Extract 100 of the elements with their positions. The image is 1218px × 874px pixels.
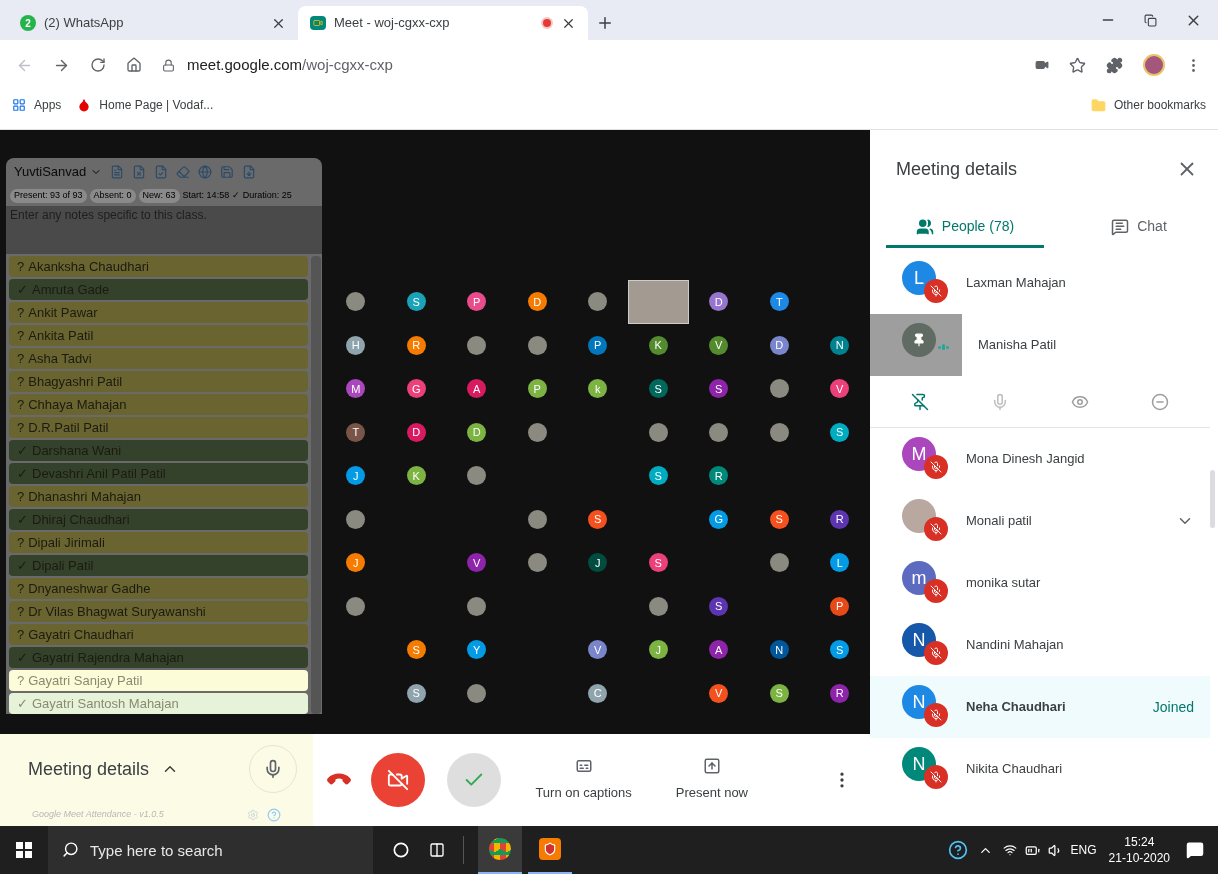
participant-avatar: R: [406, 335, 426, 355]
profile-avatar[interactable]: [1143, 54, 1165, 76]
camera-button[interactable]: [371, 753, 426, 807]
participant-row[interactable]: N Neha Chaudhari Joined: [870, 676, 1210, 738]
language-indicator[interactable]: ENG: [1070, 841, 1097, 859]
student-row[interactable]: ? Asha Tadvi: [9, 348, 308, 369]
status-mark: ?: [17, 395, 25, 414]
panel-tab[interactable]: People (78): [886, 208, 1044, 248]
student-name: Dr Vilas Bhagwat Suryawanshi: [28, 602, 206, 621]
other-bookmarks[interactable]: Other bookmarks: [1090, 94, 1206, 116]
participant-avatar: T: [346, 422, 366, 442]
student-row[interactable]: ? Bhagyashri Patil: [9, 371, 308, 392]
tab-title: (2) WhatsApp: [44, 14, 125, 33]
participant-avatar: P: [588, 335, 608, 355]
address-bar[interactable]: meet.google.com/woj-cgxx-cxp: [162, 48, 1015, 82]
panel-tab[interactable]: Chat: [1060, 208, 1218, 248]
participant-avatar: V: [709, 335, 729, 355]
avatar-photo: [648, 596, 668, 616]
browser-taskbar-icon[interactable]: [478, 826, 522, 874]
joined-status: Joined: [1152, 697, 1194, 717]
student-row[interactable]: ? Ankit Pawar: [9, 302, 308, 323]
participant-avatar: D: [769, 335, 789, 355]
participant-avatar: Y: [467, 640, 487, 660]
tab-title: Meet - woj-cgxx-cxp: [334, 14, 451, 33]
status-mark: ?: [17, 372, 25, 391]
participant-avatar: R: [709, 466, 729, 486]
people-icon: [915, 217, 934, 236]
participant-avatar: S: [648, 553, 668, 573]
recording-icon: [541, 17, 553, 29]
student-row[interactable]: ? Ankita Patil: [9, 325, 308, 346]
search-field[interactable]: Type here to search: [48, 826, 373, 874]
participant-avatar: P: [830, 596, 850, 616]
check-document-icon[interactable]: [154, 165, 169, 179]
participant-avatar: J: [588, 553, 608, 573]
participant-avatar: S: [406, 683, 426, 703]
browser-tab[interactable]: Meet - woj-cgxx-cxp: [298, 6, 588, 40]
class-dropdown[interactable]: YuvtiSanvad: [14, 162, 103, 182]
avatar-photo: [527, 509, 547, 529]
home-icon[interactable]: [126, 57, 142, 73]
status-mark: ?: [17, 326, 25, 345]
status-mark: ?: [17, 533, 25, 552]
help-tray-icon[interactable]: [947, 840, 968, 860]
participant-avatar: G: [406, 379, 426, 399]
participant-avatar: S: [406, 292, 426, 312]
present-icon: [702, 757, 721, 776]
star-icon[interactable]: [1069, 56, 1086, 74]
scrollbar-thumb[interactable]: [1210, 470, 1215, 528]
participant-name: Laxman Mahajan: [966, 274, 1067, 293]
participant-avatar: P: [527, 379, 547, 399]
avatar-photo: [346, 596, 366, 616]
student-row[interactable]: ? Akanksha Chaudhari: [9, 256, 308, 277]
check-button[interactable]: [447, 753, 502, 807]
panel-title: Meeting details: [896, 157, 1018, 181]
unpin-icon[interactable]: [911, 392, 929, 411]
student-row[interactable]: ? Gayatri Chaudhari: [9, 624, 308, 645]
bookmark-link[interactable]: Home Page | Vodaf...: [77, 94, 214, 116]
student-row[interactable]: ? D.R.Patil Patil: [9, 417, 308, 438]
notifications-icon[interactable]: [1186, 841, 1204, 859]
task-view-icon[interactable]: [429, 842, 445, 858]
participant-avatar: J: [648, 640, 668, 660]
present-now-button[interactable]: Present now: [675, 757, 748, 803]
stat-chip: Present: 93 of 93: [10, 189, 87, 203]
meeting-details-button[interactable]: Meeting details: [28, 755, 180, 783]
student-row[interactable]: ? Dipali Jirimali: [9, 532, 308, 553]
url-path: /woj-cgxx-cxp: [302, 55, 393, 73]
student-name: Akanksha Chaudhari: [28, 257, 149, 276]
bookmark-link[interactable]: Apps: [12, 94, 62, 116]
camera-icon[interactable]: [1035, 58, 1049, 72]
apps-grid-icon: [12, 98, 26, 112]
wifi-icon[interactable]: [1002, 843, 1017, 857]
student-name: Dhanashri Mahajan: [28, 487, 141, 506]
status-mark: ✓: [17, 648, 28, 667]
stat-chip: New: 63: [138, 189, 180, 203]
student-row[interactable]: ? Dr Vilas Bhagwat Suryawanshi: [9, 601, 308, 622]
participant-name: Manisha Patil: [978, 336, 1058, 355]
participant-name: Neha Chaudhari: [966, 698, 1067, 717]
participant-avatar: k: [588, 379, 608, 399]
captions-button[interactable]: Turn on captions: [535, 757, 632, 803]
student-row[interactable]: ? Gayatri Sanjay Patil: [9, 670, 308, 691]
student-row[interactable]: ? Chhaya Mahajan: [9, 394, 308, 415]
participant-avatar: S: [709, 379, 729, 399]
avatar-photo: [648, 422, 668, 442]
pin-icon: [912, 333, 926, 347]
participant-avatar: N: [830, 335, 850, 355]
student-row[interactable]: ✓ Gayatri Santosh Mahajan: [9, 693, 308, 714]
participant-avatar: V: [830, 379, 850, 399]
reload-icon[interactable]: [90, 57, 106, 73]
avatar-photo: [467, 335, 487, 355]
clock[interactable]: 15:24 21-10-2020: [1108, 834, 1170, 866]
remove-icon[interactable]: [1151, 392, 1169, 411]
participant-avatar: V: [709, 683, 729, 703]
extension-version: Google Meet Attendance - v1.0.5: [32, 808, 165, 822]
cortana-icon[interactable]: [393, 842, 409, 858]
restore-icon[interactable]: [1144, 13, 1157, 27]
extensions-icon[interactable]: [1106, 56, 1123, 74]
participant-avatar: V: [588, 640, 608, 660]
student-row[interactable]: ? Dhanashri Mahajan: [9, 486, 308, 507]
student-row[interactable]: ? Dnyaneshwar Gadhe: [9, 578, 308, 599]
new-tab-icon[interactable]: [596, 14, 614, 32]
browser-tab[interactable]: 2 (2) WhatsApp: [8, 6, 298, 40]
